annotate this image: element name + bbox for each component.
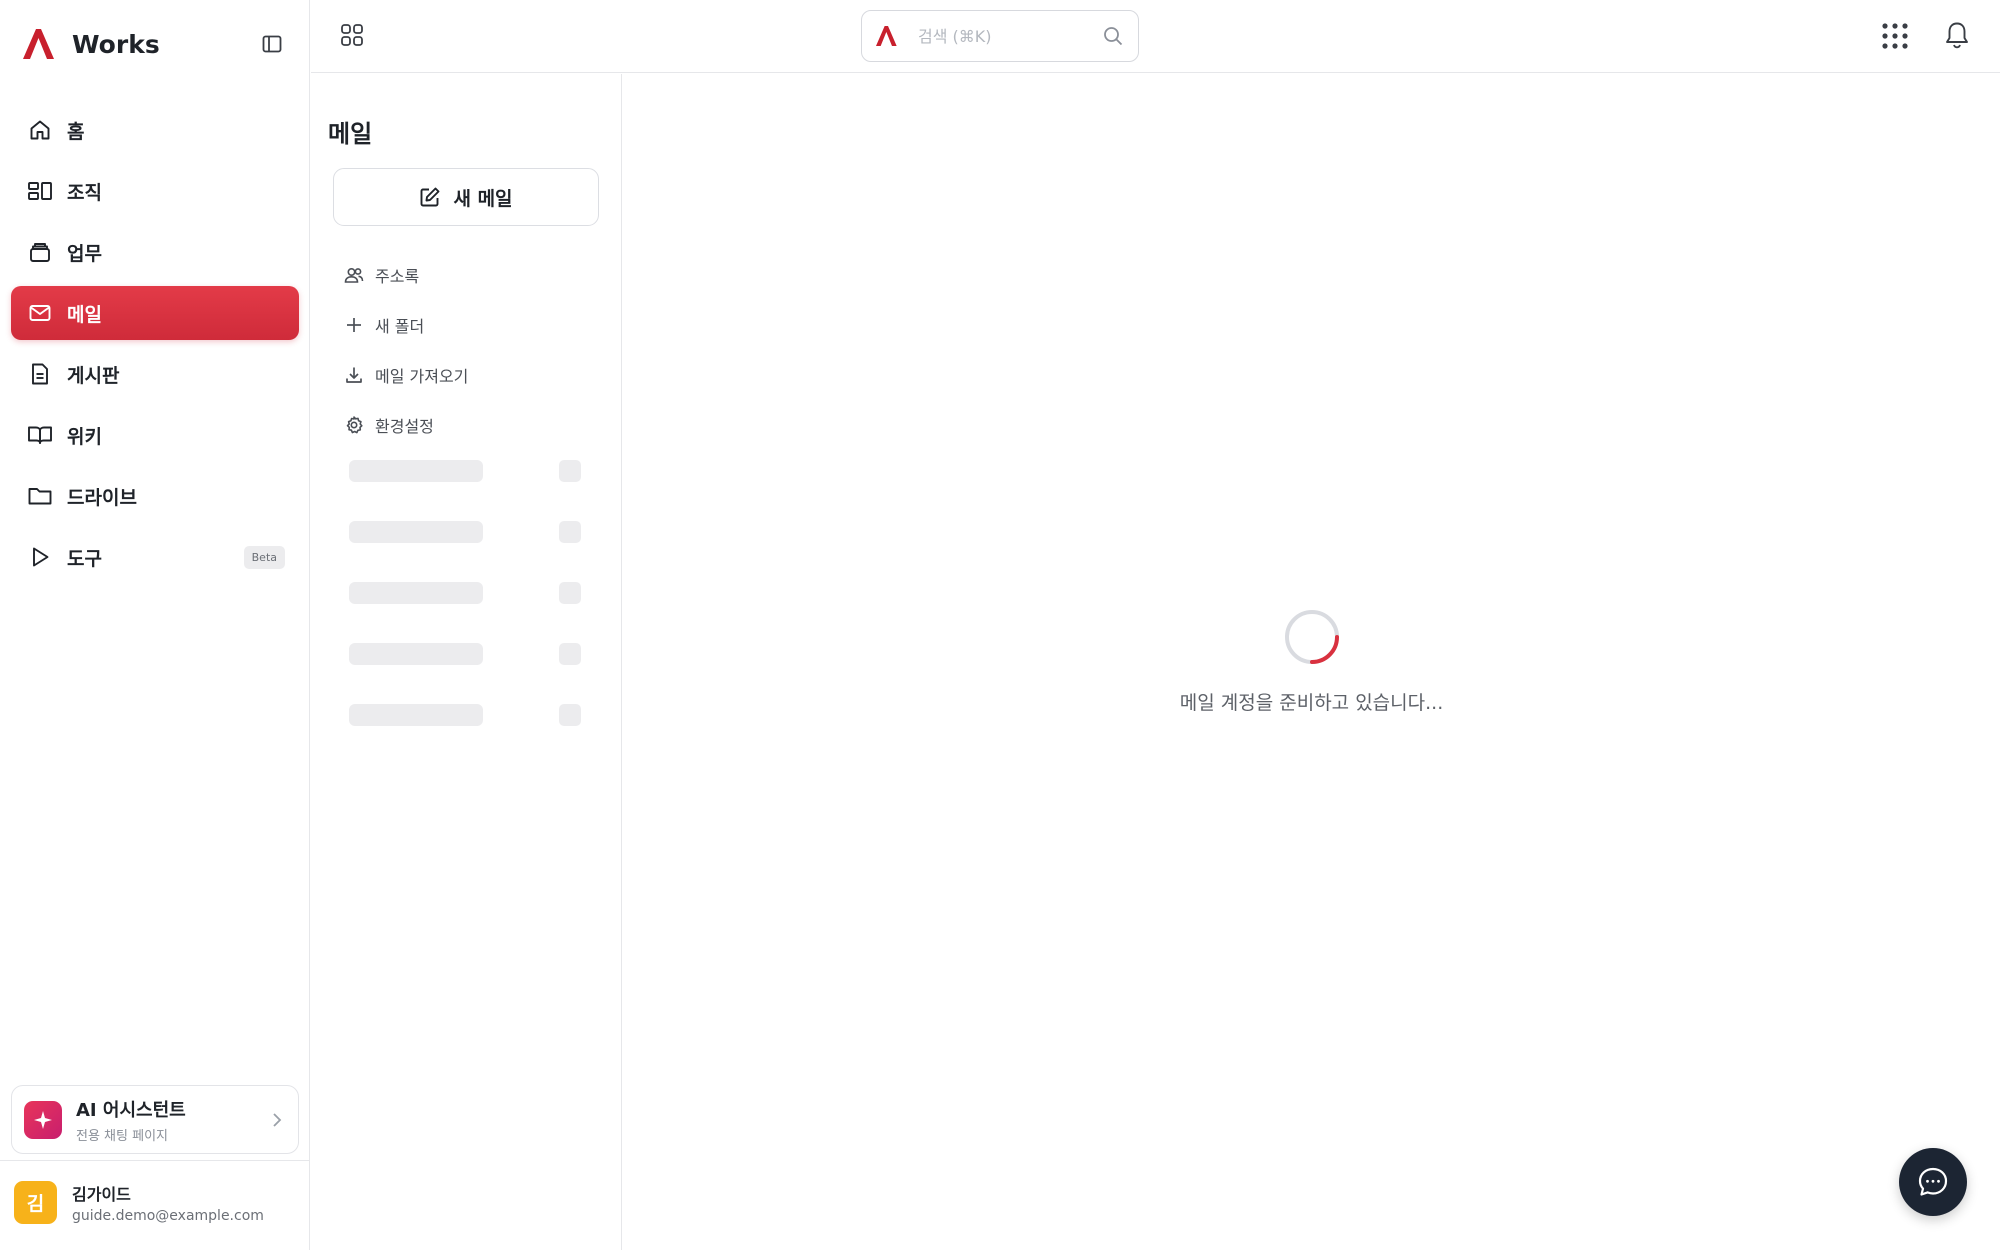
mail-menu-import[interactable]: 메일 가져오기: [343, 350, 603, 400]
skeleton-row: [349, 521, 589, 582]
grid-icon: [341, 24, 363, 46]
mail-menu-label: 주소록: [375, 267, 420, 286]
mail-menu-label: 메일 가져오기: [375, 367, 469, 386]
sidebar-item-label: 홈: [67, 120, 85, 143]
sidebar-item-label: 도구: [67, 547, 102, 570]
user-profile[interactable]: 김 김가이드 guide.demo@example.com: [14, 1181, 264, 1224]
sidebar-item-label: 조직: [67, 181, 102, 204]
mail-menu-new-folder[interactable]: 새 폴더: [343, 300, 603, 350]
sidebar-item-label: 드라이브: [67, 486, 137, 509]
mail-sidebar: 메일 새 메일 주소록 새 폴더 메일 가져오기 환경설정: [311, 74, 622, 1250]
plus-icon: [343, 314, 365, 336]
top-bar: [311, 0, 2000, 73]
sidebar-item-label: 게시판: [67, 364, 120, 387]
mail-menu-label: 새 폴더: [375, 317, 425, 336]
loading-message: 메일 계정을 준비하고 있습니다...: [1179, 692, 1444, 714]
loading-state: 메일 계정을 준비하고 있습니다...: [623, 608, 2000, 715]
org-icon: [27, 178, 53, 204]
compose-icon: [421, 187, 440, 207]
home-icon: [27, 117, 53, 143]
mail-menu-contacts[interactable]: 주소록: [343, 250, 603, 300]
divider: [0, 1160, 310, 1161]
ai-assistant-title: AI 어시스턴트: [76, 1099, 186, 1121]
brand: Works: [20, 24, 290, 64]
skeleton-row: [349, 460, 589, 521]
settings-icon: [343, 414, 365, 436]
app-grid-button[interactable]: [339, 22, 367, 50]
sidebar-item-mail[interactable]: 메일: [11, 286, 299, 340]
skeleton-row: [349, 643, 589, 704]
sidebar-toggle-button[interactable]: [258, 30, 286, 58]
search-box[interactable]: [861, 10, 1139, 62]
chat-bubble-icon: [1918, 1167, 1948, 1196]
sidebar-item-tools[interactable]: 도구 Beta: [11, 530, 299, 584]
search-icon[interactable]: [1102, 25, 1124, 47]
page-title: 메일: [328, 120, 373, 148]
download-icon: [343, 364, 365, 386]
document-icon: [27, 361, 53, 387]
notifications-button[interactable]: [1942, 20, 1972, 50]
user-email: guide.demo@example.com: [72, 1208, 264, 1224]
mail-menu: 주소록 새 폴더 메일 가져오기 환경설정: [343, 250, 603, 450]
main-content: 메일 계정을 준비하고 있습니다...: [623, 74, 2000, 1250]
mail-menu-settings[interactable]: 환경설정: [343, 400, 603, 450]
beta-badge: Beta: [243, 545, 285, 569]
sidebar-item-tasks[interactable]: 업무: [11, 225, 299, 279]
sidebar-item-label: 업무: [67, 242, 102, 265]
apps-dots-icon: [1882, 23, 1908, 49]
mail-icon: [27, 300, 53, 326]
new-mail-label: 새 메일: [453, 187, 513, 210]
brand-name: Works: [72, 29, 160, 59]
works-logo-icon[interactable]: [20, 26, 56, 62]
new-mail-button[interactable]: 새 메일: [333, 168, 599, 226]
sidebar-item-wiki[interactable]: 위키: [11, 408, 299, 462]
skeleton-row: [349, 582, 589, 643]
folder-icon: [27, 483, 53, 509]
tasks-icon: [27, 239, 53, 265]
sidebar-item-label: 위키: [67, 425, 102, 448]
avatar: 김: [14, 1181, 57, 1224]
ai-assistant-card[interactable]: AI 어시스턴트 전용 채팅 페이지: [11, 1085, 299, 1154]
contacts-icon: [343, 264, 365, 286]
apps-launcher-button[interactable]: [1880, 21, 1910, 51]
sidebar-nav: 홈 조직 업무 메일 게시판 위키 드라이브 도구 Beta: [11, 103, 299, 591]
ai-assistant-subtitle: 전용 채팅 페이지: [76, 1128, 168, 1144]
sidebar: Works 홈 조직 업무 메일 게시판 위키 드라이브 도구 Beta AI …: [0, 0, 310, 1250]
sidebar-item-drive[interactable]: 드라이브: [11, 469, 299, 523]
skeleton-row: [349, 704, 589, 765]
sparkle-icon: [24, 1100, 62, 1139]
chat-fab-button[interactable]: [1899, 1148, 1967, 1216]
bell-icon: [1946, 22, 1968, 49]
user-name: 김가이드: [72, 1185, 131, 1204]
sidebar-item-label: 메일: [67, 303, 102, 326]
book-icon: [27, 422, 53, 448]
sidebar-item-board[interactable]: 게시판: [11, 347, 299, 401]
search-input[interactable]: [918, 26, 1088, 46]
mail-menu-label: 환경설정: [375, 417, 434, 436]
loading-spinner-icon: [1284, 610, 1339, 664]
sidebar-collapse-icon: [262, 35, 282, 53]
folder-list-skeleton: [349, 460, 589, 765]
sidebar-item-org[interactable]: 조직: [11, 164, 299, 218]
play-icon: [27, 544, 53, 570]
sidebar-item-home[interactable]: 홈: [11, 103, 299, 157]
works-logo-icon: [876, 26, 897, 46]
chevron-right-icon: [273, 1113, 282, 1127]
